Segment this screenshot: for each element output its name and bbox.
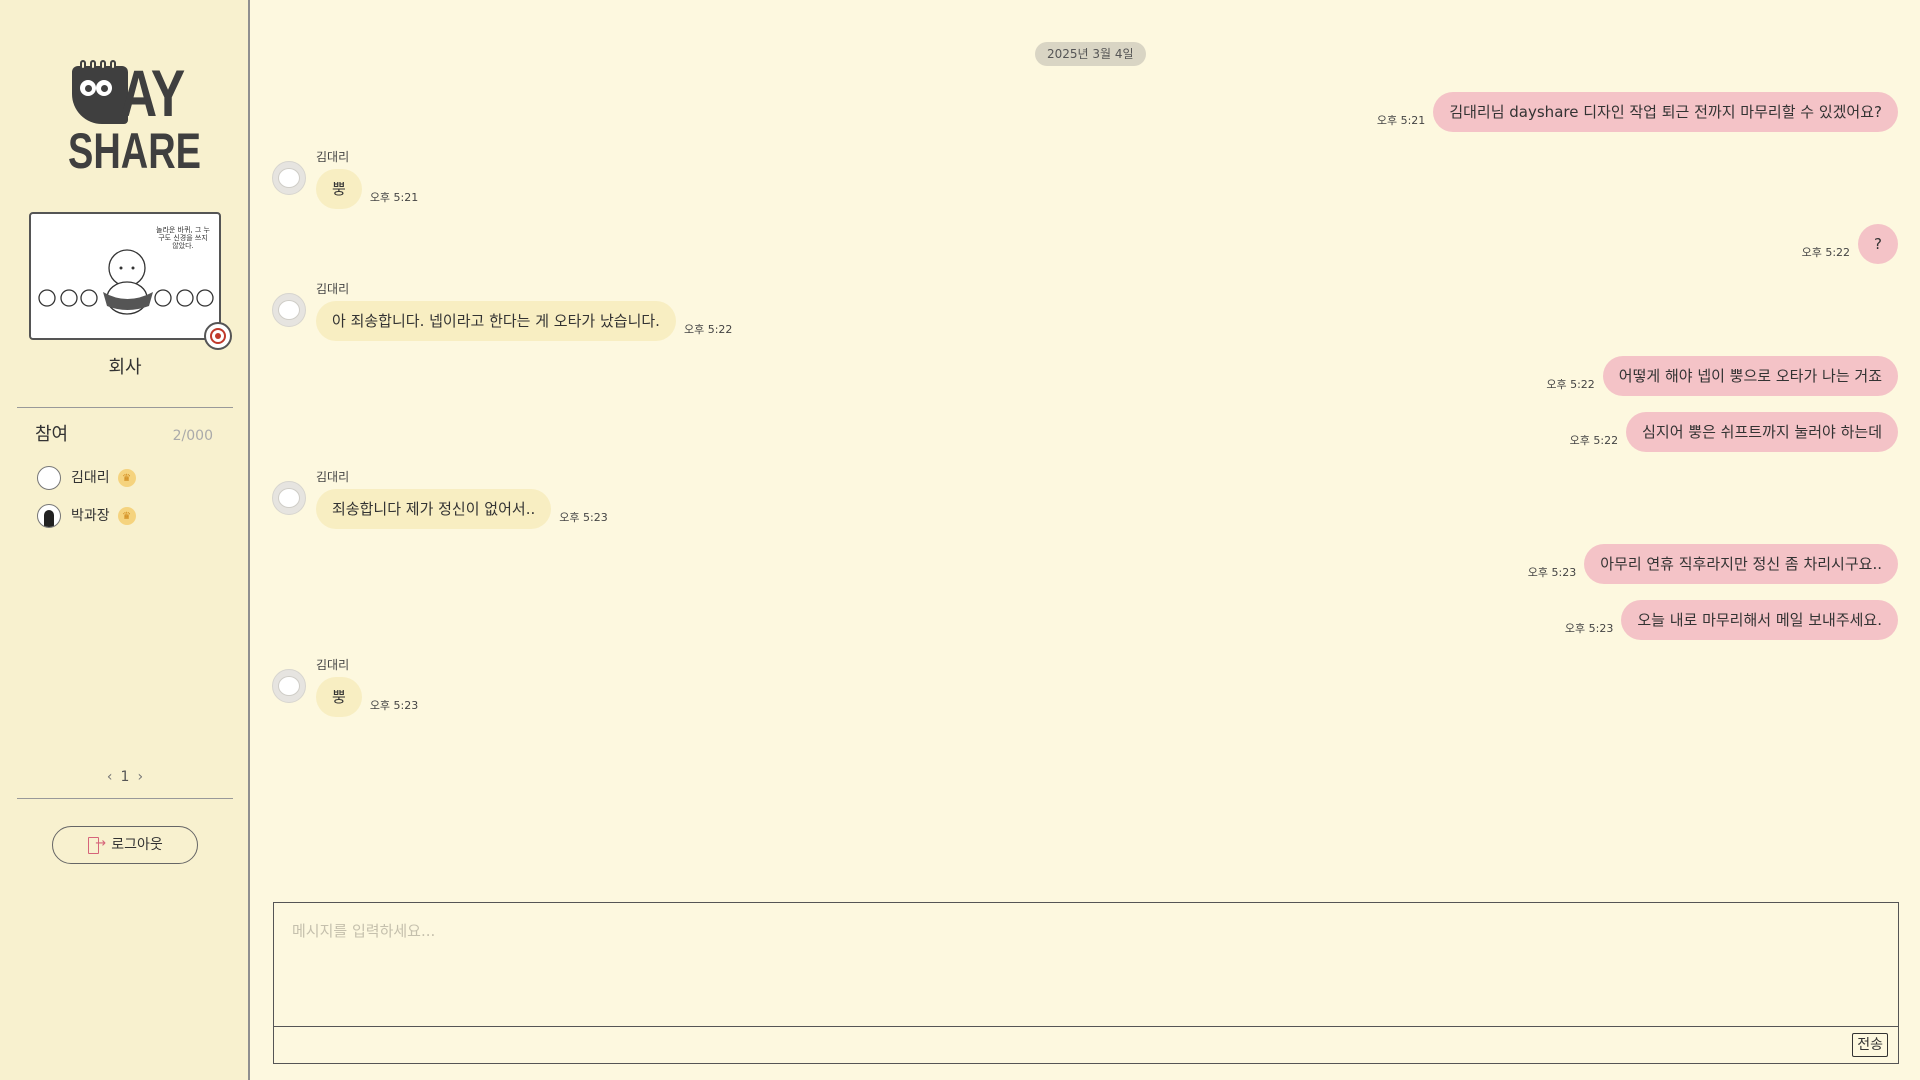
- message-row: 오후 5:23 오늘 내로 마무리해서 메일 보내주세요.: [252, 600, 1920, 640]
- message-bubble[interactable]: 오늘 내로 마무리해서 메일 보내주세요.: [1621, 600, 1898, 640]
- member-pagination: ‹ 1 ›: [0, 767, 250, 787]
- avatar[interactable]: [272, 293, 306, 327]
- room-name: 회사: [108, 357, 142, 378]
- message-time: 오후 5:21: [1376, 114, 1426, 127]
- message-row: 오후 5:23 아무리 연휴 직후라지만 정신 좀 차리시구요..: [252, 544, 1920, 584]
- message-bubble[interactable]: 뿡: [316, 677, 362, 717]
- room-image[interactable]: 놀라운 바퀴, 그 누구도 신경을 쓰지 않았다.: [29, 212, 221, 340]
- logo-text-bottom: SHARE: [68, 123, 202, 179]
- sender-name: 김대리: [316, 282, 350, 296]
- divider: [17, 407, 233, 408]
- message-time: 오후 5:23: [559, 511, 608, 524]
- message-time: 오후 5:22: [1569, 434, 1619, 447]
- date-divider: 2025년 3월 4일: [1035, 42, 1146, 66]
- divider: [17, 798, 233, 799]
- dayshare-logo[interactable]: AY SHARE: [68, 56, 201, 176]
- chevron-right-icon[interactable]: ›: [137, 767, 143, 787]
- message-input[interactable]: [274, 903, 1898, 1027]
- member-name: 박과장: [71, 508, 110, 524]
- message-composer: 전송: [273, 902, 1899, 1064]
- message-bubble[interactable]: 아무리 연휴 직후라지만 정신 좀 차리시구요..: [1584, 544, 1898, 584]
- message-bubble[interactable]: 아 죄송합니다. 넵이라고 한다는 게 오타가 났습니다.: [316, 301, 676, 341]
- page-number: 1: [120, 769, 130, 785]
- message-row: 김대리 뿡 오후 5:21: [252, 149, 1920, 209]
- participants-count: 2/000: [172, 428, 213, 444]
- room-target-icon[interactable]: [204, 322, 232, 350]
- message-bubble[interactable]: 죄송합니다 제가 정신이 없어서..: [316, 489, 552, 529]
- message-time: 오후 5:23: [1527, 566, 1577, 579]
- message-bubble[interactable]: 어떻게 해야 넵이 뿡으로 오타가 나는 거죠: [1602, 356, 1898, 396]
- member-item[interactable]: 박과장 ♛: [37, 503, 136, 529]
- avatar[interactable]: [272, 669, 306, 703]
- avatar: [37, 504, 61, 528]
- avatar[interactable]: [272, 161, 306, 195]
- message-row: 오후 5:21 김대리님 dayshare 디자인 작업 퇴근 전까지 마무리할…: [252, 92, 1920, 132]
- message-row: 오후 5:22 ?: [252, 224, 1920, 264]
- sidebar: AY SHARE 놀라운 바퀴, 그 누구도 신경을 쓰지 않았다. 회사 참여…: [0, 0, 250, 1080]
- logout-button[interactable]: 로그아웃: [52, 826, 198, 864]
- message-row: 김대리 아 죄송합니다. 넵이라고 한다는 게 오타가 났습니다. 오후 5:2…: [252, 281, 1920, 341]
- send-button[interactable]: 전송: [1852, 1033, 1888, 1057]
- chevron-left-icon[interactable]: ‹: [107, 767, 113, 787]
- message-bubble[interactable]: 심지어 뿡은 쉬프트까지 눌러야 하는데: [1626, 412, 1898, 452]
- message-bubble[interactable]: 뿡: [316, 169, 362, 209]
- avatar: [37, 466, 61, 490]
- message-time: 오후 5:22: [1546, 378, 1595, 391]
- participants-title: 참여: [35, 424, 69, 445]
- message-time: 오후 5:23: [369, 699, 419, 712]
- member-name: 김대리: [71, 470, 110, 486]
- logout-icon: [87, 834, 106, 854]
- avatar[interactable]: [272, 481, 306, 515]
- message-time: 오후 5:22: [1801, 246, 1851, 259]
- message-row: 김대리 뿡 오후 5:23: [252, 657, 1920, 717]
- sender-name: 김대리: [316, 658, 350, 672]
- crown-icon: ♛: [117, 507, 136, 525]
- logout-label: 로그아웃: [111, 837, 163, 853]
- message-time: 오후 5:23: [1564, 622, 1614, 635]
- message-row: 오후 5:22 어떻게 해야 넵이 뿡으로 오타가 나는 거죠: [252, 356, 1920, 396]
- message-time: 오후 5:22: [683, 323, 733, 336]
- sender-name: 김대리: [316, 150, 350, 164]
- message-row: 김대리 죄송합니다 제가 정신이 없어서.. 오후 5:23: [252, 469, 1920, 529]
- sender-name: 김대리: [316, 470, 350, 484]
- logo-text-top: AY: [120, 56, 185, 130]
- room-image-caption: 놀라운 바퀴, 그 누구도 신경을 쓰지 않았다.: [156, 226, 210, 250]
- member-item[interactable]: 김대리 ♛: [37, 465, 136, 491]
- message-time: 오후 5:21: [369, 191, 419, 204]
- message-bubble[interactable]: ?: [1858, 224, 1898, 264]
- crown-icon: ♛: [117, 469, 136, 487]
- message-row: 오후 5:22 심지어 뿡은 쉬프트까지 눌러야 하는데: [252, 412, 1920, 452]
- message-bubble[interactable]: 김대리님 dayshare 디자인 작업 퇴근 전까지 마무리할 수 있겠어요?: [1433, 92, 1898, 132]
